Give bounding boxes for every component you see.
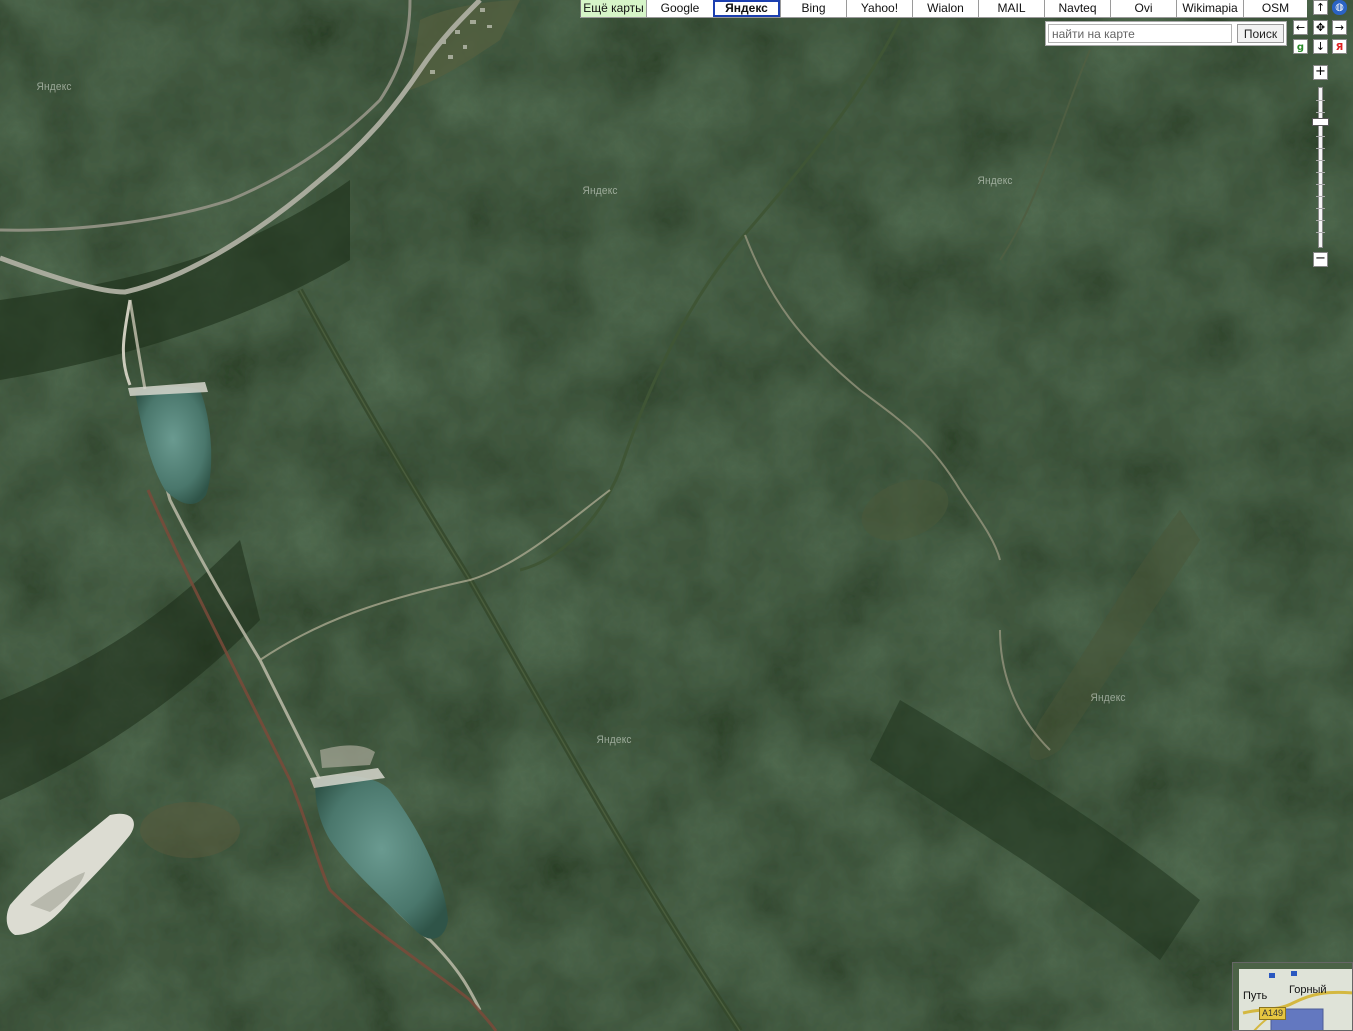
zoom-tick [1316, 220, 1325, 221]
yandex-logo-icon[interactable]: Я [1332, 39, 1347, 54]
zoom-tick [1316, 160, 1325, 161]
provider-bing[interactable]: Bing [780, 0, 846, 17]
map-watermark: Яндекс [596, 734, 632, 746]
arrow-left-icon: ← [1295, 21, 1306, 34]
pan-up-button[interactable]: ↑ [1313, 0, 1328, 15]
arrow-up-icon: ↑ [1315, 1, 1326, 14]
move-icon: ✥ [1315, 21, 1326, 34]
zoom-tick [1316, 172, 1325, 173]
lower-facility [320, 745, 375, 768]
zoom-slider-handle[interactable] [1312, 118, 1329, 126]
provider-yahoo[interactable]: Yahoo! [846, 0, 912, 17]
globe-icon[interactable]: ◍ [1332, 0, 1347, 15]
zoom-tick [1316, 100, 1325, 101]
overview-minimap[interactable]: Путь Горный A149 [1232, 962, 1353, 1031]
map-watermark: Яндекс [582, 185, 618, 197]
provider-more-maps[interactable]: Ещё карты [580, 0, 646, 17]
minimap-label: Путь [1243, 990, 1268, 1002]
center-map-button[interactable]: ✥ [1313, 20, 1328, 35]
provider-mail[interactable]: MAIL [978, 0, 1044, 17]
provider-osm[interactable]: OSM [1243, 0, 1307, 17]
road-number-badge: A149 [1259, 1007, 1287, 1020]
map-watermark: Яндекс [1090, 692, 1126, 704]
provider-wialon[interactable]: Wialon [912, 0, 978, 17]
zoom-tick [1316, 184, 1325, 185]
search-button[interactable]: Поиск [1237, 24, 1284, 43]
provider-navteq[interactable]: Navteq [1044, 0, 1110, 17]
satellite-map[interactable] [0, 0, 1353, 1031]
zoom-tick [1316, 232, 1325, 233]
zoom-tick [1316, 112, 1325, 113]
zoom-tick [1316, 208, 1325, 209]
provider-ovi[interactable]: Ovi [1110, 0, 1176, 17]
map-watermark: Яндекс [977, 175, 1013, 187]
zoom-tick [1316, 136, 1325, 137]
arrow-right-icon: → [1334, 21, 1345, 34]
clearing [140, 802, 240, 858]
provider-google[interactable]: Google [646, 0, 713, 17]
pan-left-button[interactable]: ← [1293, 20, 1308, 35]
provider-yandex[interactable]: Яндекс [713, 0, 780, 17]
pan-right-button[interactable]: → [1332, 20, 1347, 35]
arrow-down-icon: ↓ [1315, 40, 1326, 53]
zoom-out-button[interactable]: − [1313, 252, 1328, 267]
minimap-label: Горный [1289, 984, 1327, 996]
zoom-tick [1316, 196, 1325, 197]
map-watermark: Яндекс [36, 81, 72, 93]
provider-wikimapia[interactable]: Wikimapia [1176, 0, 1243, 17]
pan-down-button[interactable]: ↓ [1313, 39, 1328, 54]
map-provider-bar: Ещё карты Google Яндекс Bing Yahoo! Wial… [580, 0, 1307, 18]
zoom-in-button[interactable]: + [1313, 65, 1328, 80]
zoom-tick [1316, 148, 1325, 149]
map-search-box: Поиск [1045, 21, 1287, 46]
google-logo-icon[interactable]: g [1293, 39, 1308, 54]
map-search-input[interactable] [1048, 24, 1232, 43]
